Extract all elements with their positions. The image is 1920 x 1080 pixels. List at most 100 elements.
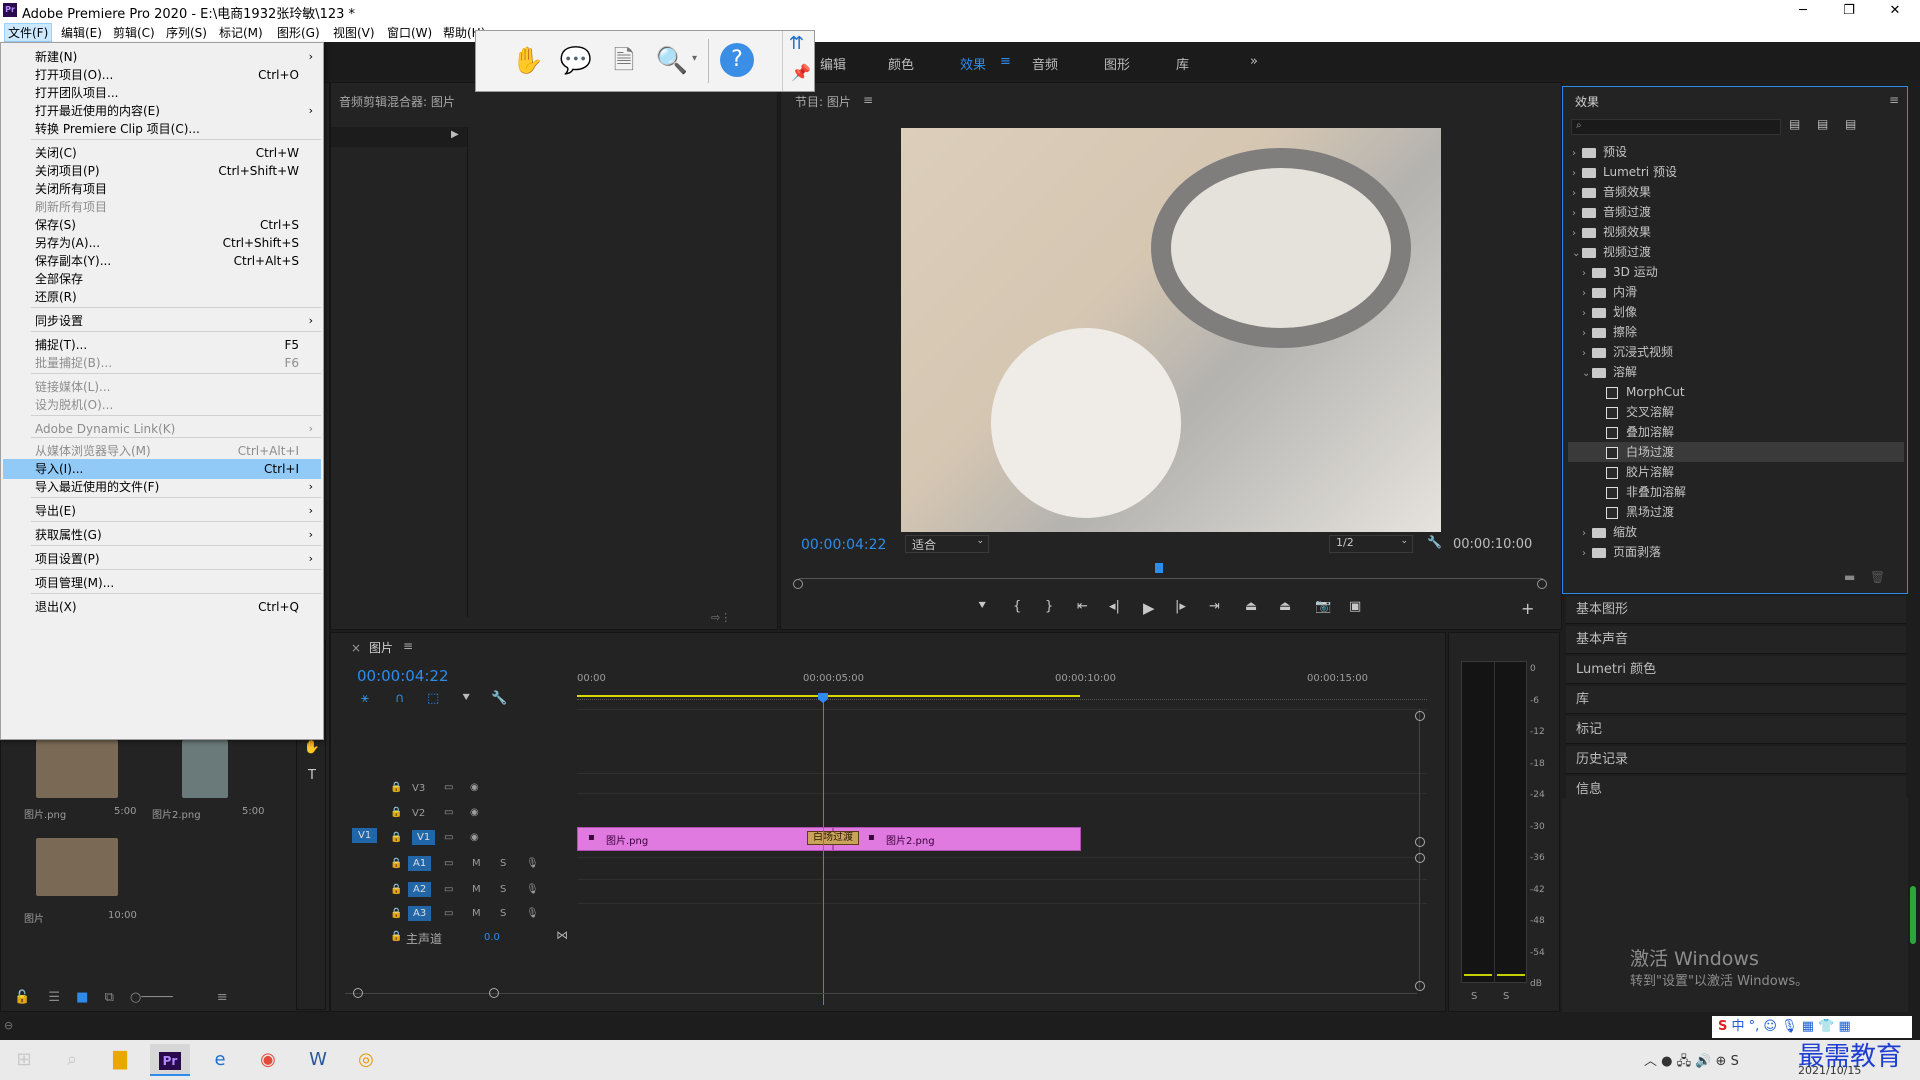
sort-icon[interactable]: ≡: [217, 990, 228, 1005]
resolution-dropdown[interactable]: 1/2 ⌄: [1329, 535, 1413, 553]
timeline-timecode[interactable]: 00:00:04:22: [357, 667, 449, 685]
track-name[interactable]: V2: [412, 808, 425, 819]
document-icon[interactable]: 🗎: [606, 43, 642, 79]
track-lock-icon[interactable]: 🔒: [390, 832, 402, 843]
delete-icon[interactable]: 🗑: [1870, 570, 1885, 584]
mark-out-icon[interactable]: }: [1045, 599, 1053, 614]
loop-icon[interactable]: ⇨⋮: [711, 611, 731, 624]
add-marker-icon[interactable]: ⯆: [977, 599, 987, 614]
file-menu-item[interactable]: 设为脱机(O)...: [3, 395, 321, 415]
lock-icon[interactable]: 🔓: [14, 990, 30, 1005]
hand-tool-icon[interactable]: ✋: [301, 737, 323, 759]
voiceover-mic-icon[interactable]: 🎙: [526, 908, 539, 919]
file-menu-item[interactable]: 打开最近使用的内容(E) ›: [3, 101, 321, 121]
zoom-dropdown-icon[interactable]: ▾: [692, 53, 697, 64]
transition-white-fade[interactable]: 白场过渡: [807, 831, 859, 845]
track-sync-icon[interactable]: ▭: [444, 832, 453, 843]
taskbar-premiere-icon[interactable]: Pr: [150, 1044, 190, 1076]
menu-file[interactable]: 文件(F): [4, 23, 53, 42]
file-menu-item[interactable]: 关闭所有项目: [3, 179, 321, 199]
chrome-icon[interactable]: ◉: [248, 1044, 288, 1076]
file-menu-item[interactable]: 导出(E) ›: [3, 501, 321, 521]
effects-menu-icon[interactable]: ≡: [1889, 93, 1899, 107]
voiceover-mic-icon[interactable]: 🎙: [526, 884, 539, 895]
workspace-menu-icon[interactable]: ≡: [1000, 54, 1011, 69]
zoom-handle-right[interactable]: [1537, 579, 1547, 589]
play-icon[interactable]: ▶: [1143, 599, 1155, 617]
32bit-effects-icon[interactable]: ▤: [1817, 117, 1828, 131]
h-scroll-handle[interactable]: [489, 988, 499, 998]
yuv-effects-icon[interactable]: ▤: [1845, 117, 1856, 131]
effect-tree-item[interactable]: › 预设: [1572, 142, 1627, 162]
program-playhead[interactable]: [1155, 563, 1163, 573]
menu-edit[interactable]: 编辑(E): [58, 24, 105, 41]
effect-tree-item[interactable]: ⌄ 视频过渡: [1572, 242, 1651, 262]
effect-tree-item[interactable]: › 缩放: [1582, 522, 1637, 542]
effect-tree-item[interactable]: 黑场过渡: [1592, 502, 1674, 522]
master-lock-icon[interactable]: 🔒: [390, 931, 402, 942]
effect-tree-item[interactable]: 胶片溶解: [1592, 462, 1674, 482]
file-explorer-icon[interactable]: ▇: [100, 1044, 140, 1076]
linked-selection-icon[interactable]: ⬚: [427, 691, 439, 706]
master-volume-value[interactable]: 0.0: [484, 932, 500, 943]
track-sync-icon[interactable]: ▭: [444, 884, 453, 895]
track-visibility-icon[interactable]: ◉: [470, 832, 479, 843]
file-menu-item[interactable]: Adobe Dynamic Link(K) ›: [3, 419, 321, 439]
timeline-settings-icon[interactable]: 🔧: [491, 691, 507, 706]
side-panel-tab[interactable]: 基本声音: [1566, 626, 1906, 654]
menu-view[interactable]: 视图(V): [330, 24, 378, 41]
zoom-handle-left[interactable]: [793, 579, 803, 589]
settings-wrench-icon[interactable]: 🔧: [1427, 535, 1442, 549]
workspace-audio[interactable]: 音频: [1032, 54, 1058, 73]
file-menu-item[interactable]: 保存副本(Y)... Ctrl+Alt+S: [3, 251, 321, 271]
file-menu-item[interactable]: 导入(I)... Ctrl+I: [3, 459, 321, 479]
play-arrow-icon[interactable]: ▶: [451, 129, 459, 140]
file-menu-item[interactable]: 捕捉(T)... F5: [3, 335, 321, 355]
effect-tree-item[interactable]: 交叉溶解: [1592, 402, 1674, 422]
mark-in-icon[interactable]: {: [1013, 599, 1021, 614]
file-menu-item[interactable]: 关闭(C) Ctrl+W: [3, 143, 321, 163]
side-panel-tab[interactable]: 基本图形: [1566, 596, 1906, 624]
timeline-ruler[interactable]: 00:00 00:00:05:00 00:00:10:00 00:00:15:0…: [577, 669, 1427, 703]
step-forward-icon[interactable]: |▸: [1175, 599, 1186, 614]
work-area-bar[interactable]: [577, 695, 1080, 697]
fit-dropdown[interactable]: 适合 ⌄: [905, 535, 989, 553]
track-lock-icon[interactable]: 🔒: [390, 807, 402, 818]
new-bin-icon[interactable]: ▬: [1844, 570, 1855, 584]
menu-window[interactable]: 窗口(W): [384, 24, 435, 41]
track-lock-icon[interactable]: 🔒: [390, 908, 402, 919]
comment-icon[interactable]: 💬: [558, 43, 594, 79]
track-visibility-icon[interactable]: ◉: [470, 782, 479, 793]
file-menu-item[interactable]: 导入最近使用的文件(F) ›: [3, 477, 321, 497]
track-sync-icon[interactable]: ▭: [444, 782, 453, 793]
effect-tree-item[interactable]: 叠加溶解: [1592, 422, 1674, 442]
more-workspaces-icon[interactable]: »: [1250, 54, 1258, 69]
workspace-graphics[interactable]: 图形: [1104, 54, 1130, 73]
word-icon[interactable]: W: [298, 1044, 338, 1076]
effect-tree-item[interactable]: › 划像: [1582, 302, 1637, 322]
track-lock-icon[interactable]: 🔒: [390, 858, 402, 869]
clip-image-2[interactable]: ▪ 图片2.png: [833, 827, 1081, 851]
file-menu-item[interactable]: 关闭项目(P) Ctrl+Shift+W: [3, 161, 321, 181]
step-back-icon[interactable]: ◂|: [1109, 599, 1120, 614]
snap-icon[interactable]: ∩: [395, 691, 405, 706]
solo-left-button[interactable]: S: [1471, 991, 1477, 1002]
solo-right-button[interactable]: S: [1503, 991, 1509, 1002]
v-scroll-track[interactable]: [1419, 709, 1420, 989]
voiceover-mic-icon[interactable]: 🎙: [526, 858, 539, 869]
edge-icon[interactable]: e: [200, 1044, 240, 1076]
file-menu-item[interactable]: 刷新所有项目: [3, 197, 321, 217]
side-panel-tab[interactable]: 标记: [1566, 716, 1906, 744]
solo-button[interactable]: S: [500, 858, 506, 869]
effect-tree-item[interactable]: 非叠加溶解: [1592, 482, 1686, 502]
freeform-view-icon[interactable]: ⧉: [105, 990, 114, 1005]
source-patch-v1[interactable]: V1: [352, 828, 378, 843]
file-menu-item[interactable]: 新建(N) ›: [3, 47, 321, 67]
timeline-menu-icon[interactable]: ≡: [403, 639, 413, 653]
button-editor-icon[interactable]: +: [1521, 599, 1534, 618]
effects-search-input[interactable]: ⌕: [1571, 119, 1781, 135]
list-view-icon[interactable]: ☰: [48, 990, 60, 1005]
thumbnail-image-1[interactable]: [36, 740, 118, 798]
file-menu-item[interactable]: 全部保存: [3, 269, 321, 289]
system-tray-icons[interactable]: ︿ ● 🖧 🔊 ⊕ S: [1644, 1050, 1739, 1074]
